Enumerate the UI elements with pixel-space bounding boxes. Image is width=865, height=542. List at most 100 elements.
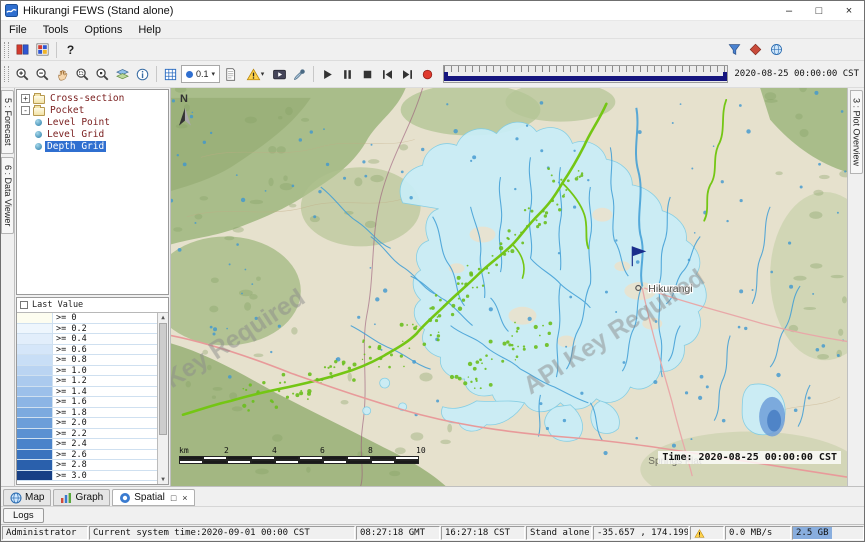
legend-row: >= 1.8 [17, 408, 157, 419]
zoom-box-button[interactable] [73, 65, 92, 84]
right-tab-strip: 3 : Plot Overview [847, 88, 864, 486]
database-icon [15, 42, 30, 57]
scale-segments-bottom [179, 460, 431, 464]
web-button[interactable] [767, 40, 786, 59]
status-text: 2.5 GB [796, 528, 829, 538]
filter-button[interactable] [725, 40, 744, 59]
legend-row: >= 1.4 [17, 387, 157, 398]
time-slider[interactable] [443, 65, 728, 83]
threshold-dropdown[interactable]: 0.1 ▾ [181, 65, 220, 83]
layers-icon [115, 67, 130, 82]
app-window: Hikurangi FEWS (Stand alone) – □ × FileT… [0, 0, 865, 542]
legend-row-label: >= 0.4 [53, 334, 87, 344]
warning-icon [694, 528, 705, 539]
pause-button[interactable] [338, 65, 357, 84]
pan-button[interactable] [53, 65, 72, 84]
map-canvas[interactable]: Hikurangi Springs Flat API Key Required … [171, 88, 847, 486]
point-icon [186, 71, 193, 78]
globe-icon [769, 42, 784, 57]
scrollbar-thumb[interactable] [159, 323, 167, 435]
menu-tools[interactable]: Tools [35, 24, 77, 36]
tree-item-label: Pocket [48, 105, 86, 116]
tree-item[interactable]: Level Point [17, 116, 168, 128]
tree-item-label: Level Point [45, 117, 112, 128]
scale-labels: km 246810 [179, 446, 431, 456]
node-dot-icon [35, 131, 42, 138]
warning-dropdown-button[interactable]: ▾ [241, 65, 269, 84]
side-tab[interactable]: 3 : Plot Overview [850, 90, 863, 174]
tree-expander[interactable]: + [21, 94, 30, 103]
time-slider-end-handle[interactable] [723, 72, 727, 81]
play-button[interactable] [318, 65, 337, 84]
profile-document-button[interactable] [221, 65, 240, 84]
first-frame-button[interactable] [378, 65, 397, 84]
zoom-in-button[interactable] [13, 65, 32, 84]
toolbar-right-group [725, 40, 786, 59]
status-user: Administrator [2, 526, 88, 540]
time-slider-range[interactable] [444, 76, 727, 81]
info-button[interactable] [133, 65, 152, 84]
menu-help[interactable]: Help [130, 24, 169, 36]
menu-options[interactable]: Options [76, 24, 130, 36]
status-system-time: Current system time:2020-09-01 00:00 CST [89, 526, 355, 540]
legend-row-label: >= 1.0 [53, 366, 87, 376]
legend-row: >= 0.6 [17, 345, 157, 356]
scroll-up-icon[interactable]: ▲ [158, 313, 168, 322]
legend-swatch [17, 460, 53, 470]
help-button[interactable]: ? [61, 40, 80, 59]
logs-button[interactable]: Logs [3, 508, 44, 523]
tool-diamond-button[interactable] [746, 40, 765, 59]
zoom-extent-button[interactable] [93, 65, 112, 84]
database-button[interactable] [13, 40, 32, 59]
zoom-out-button[interactable] [33, 65, 52, 84]
scale-tick-label: 4 [272, 446, 277, 455]
dropper-button[interactable] [290, 65, 309, 84]
view-tab-graph[interactable]: Graph [53, 489, 110, 506]
toolbar-drag-handle[interactable] [4, 42, 9, 58]
status-text: Administrator [6, 528, 76, 538]
legend-row: >= 2.4 [17, 439, 157, 450]
grid-display-button[interactable] [161, 65, 180, 84]
maximize-button[interactable]: □ [804, 1, 834, 20]
last-value-checkbox[interactable] [20, 301, 28, 309]
time-slider-start-handle[interactable] [444, 72, 448, 81]
main-toolbar: ? [1, 39, 864, 61]
legend-header-label: Last Value [32, 300, 83, 310]
layers-button[interactable] [113, 65, 132, 84]
close-button[interactable]: × [834, 1, 864, 20]
globe-icon [10, 492, 22, 504]
minimize-button[interactable]: – [774, 1, 804, 20]
stop-button[interactable] [358, 65, 377, 84]
matrix-display-button[interactable] [33, 40, 52, 59]
current-timestep-label: 2020-08-25 00:00:00 CST [734, 69, 859, 79]
legend-row-label: >= 0.6 [53, 345, 87, 355]
tree-item[interactable]: +Cross-section [17, 92, 168, 104]
legend-row-label: >= 2.0 [53, 418, 87, 428]
scroll-down-icon[interactable]: ▼ [158, 475, 168, 484]
tree-item[interactable]: Level Grid [17, 128, 168, 140]
record-button[interactable] [418, 65, 437, 84]
side-tab[interactable]: 6 : Data Viewer [1, 157, 14, 234]
toolbar-drag-handle[interactable] [4, 66, 9, 82]
menu-bar: FileToolsOptionsHelp [1, 21, 864, 39]
menu-file[interactable]: File [1, 24, 35, 36]
main-region: 5 : Forecast 6 : Data Viewer +Cross-secti… [1, 88, 864, 486]
last-frame-button[interactable] [398, 65, 417, 84]
legend-row: >= 0.4 [17, 334, 157, 345]
app-icon [5, 4, 18, 17]
legend-scrollbar[interactable]: ▲ ▼ [157, 313, 168, 484]
legend-row-label: >= 2.2 [53, 429, 87, 439]
close-view-icon[interactable]: × [182, 493, 187, 503]
view-tab-map[interactable]: Map [3, 489, 51, 506]
diamond-icon [748, 42, 763, 57]
view-tab-spatial[interactable]: Spatial□× [112, 489, 194, 506]
graph-icon [60, 492, 72, 504]
tree-item[interactable]: Depth Grid [17, 140, 168, 152]
animation-button[interactable] [270, 65, 289, 84]
folder-icon [33, 95, 45, 104]
maximize-view-icon[interactable]: □ [171, 493, 176, 503]
tree-expander[interactable]: - [21, 106, 30, 115]
legend-row-label: >= 0.2 [53, 324, 87, 334]
side-tab[interactable]: 5 : Forecast [1, 90, 14, 154]
tree-item[interactable]: - Pocket [17, 104, 168, 116]
